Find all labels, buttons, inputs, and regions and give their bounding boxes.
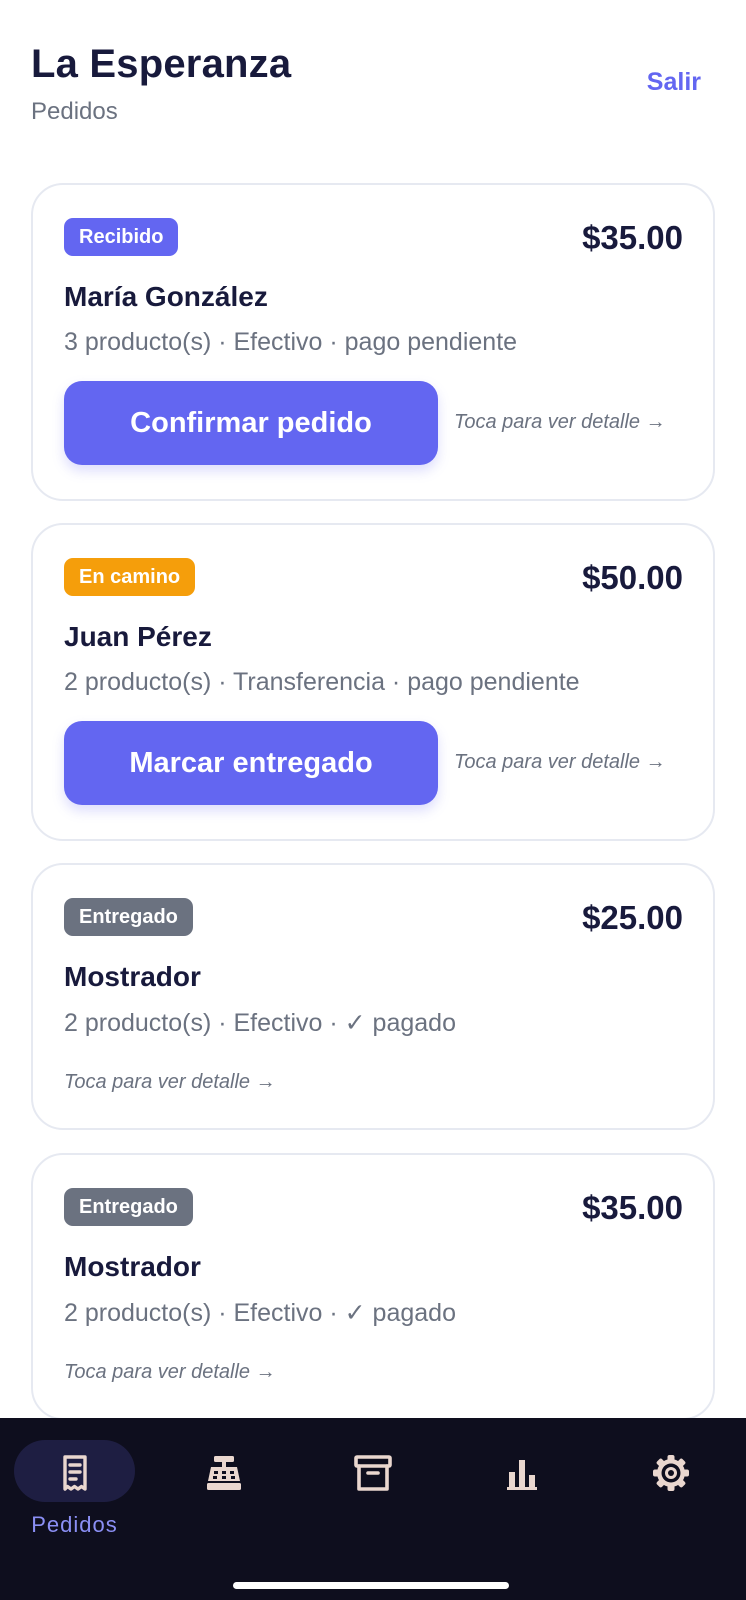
nav-item-caja[interactable] — [149, 1418, 298, 1558]
customer-name: María González — [64, 281, 268, 312]
receipt-icon — [62, 1455, 87, 1491]
status-badge: En camino — [64, 558, 196, 596]
order-total: $25.00 — [582, 899, 683, 936]
status-badge: Entregado — [64, 1188, 193, 1226]
view-detail-hint: Toca para ver detalle → — [454, 751, 666, 773]
status-badge: Recibido — [64, 218, 179, 256]
logout-button[interactable]: Salir — [647, 68, 701, 97]
order-total: $50.00 — [582, 559, 683, 596]
order-summary: 3 producto(s) · Efectivo · pago pendient… — [64, 328, 518, 356]
order-card[interactable]: Recibido $35.00 María González 3 product… — [31, 183, 715, 501]
order-card[interactable]: Entregado $35.00 Mostrador 2 producto(s)… — [31, 1153, 715, 1420]
mark-delivered-button[interactable]: Marcar entregado — [64, 721, 438, 805]
bar-chart-icon — [506, 1460, 537, 1490]
order-card[interactable]: Entregado $25.00 Mostrador 2 producto(s)… — [31, 863, 715, 1130]
nav-item-pedidos[interactable]: Pedidos — [0, 1418, 149, 1558]
order-total: $35.00 — [582, 1189, 683, 1226]
app-header: La Esperanza Pedidos Salir — [31, 40, 701, 130]
bottom-navigation: Pedidos — [0, 1418, 746, 1600]
order-summary: 2 producto(s) · Efectivo · ✓ pagado — [64, 1299, 456, 1327]
nav-item-reportes[interactable] — [447, 1418, 596, 1558]
order-total: $35.00 — [582, 219, 683, 256]
view-detail-hint: Toca para ver detalle → — [64, 1071, 276, 1093]
customer-name: Juan Pérez — [64, 621, 212, 652]
cash-register-icon — [206, 1456, 241, 1490]
page-title: Pedidos — [31, 98, 118, 125]
view-detail-hint: Toca para ver detalle → — [64, 1361, 276, 1383]
gear-icon — [652, 1455, 689, 1491]
business-name: La Esperanza — [31, 42, 292, 86]
customer-name: Mostrador — [64, 961, 201, 992]
nav-item-ajustes[interactable] — [596, 1418, 745, 1558]
confirm-order-button[interactable]: Confirmar pedido — [64, 381, 438, 465]
archive-box-icon — [353, 1455, 392, 1491]
order-summary: 2 producto(s) · Efectivo · ✓ pagado — [64, 1009, 456, 1037]
nav-item-label: Pedidos — [31, 1512, 118, 1537]
customer-name: Mostrador — [64, 1251, 201, 1282]
order-summary: 2 producto(s) · Transferencia · pago pen… — [64, 668, 580, 696]
nav-item-inventario[interactable] — [298, 1418, 447, 1558]
view-detail-hint: Toca para ver detalle → — [454, 411, 666, 433]
status-badge: Entregado — [64, 898, 193, 936]
home-indicator — [233, 1582, 509, 1589]
order-card[interactable]: En camino $50.00 Juan Pérez 2 producto(s… — [31, 523, 715, 841]
